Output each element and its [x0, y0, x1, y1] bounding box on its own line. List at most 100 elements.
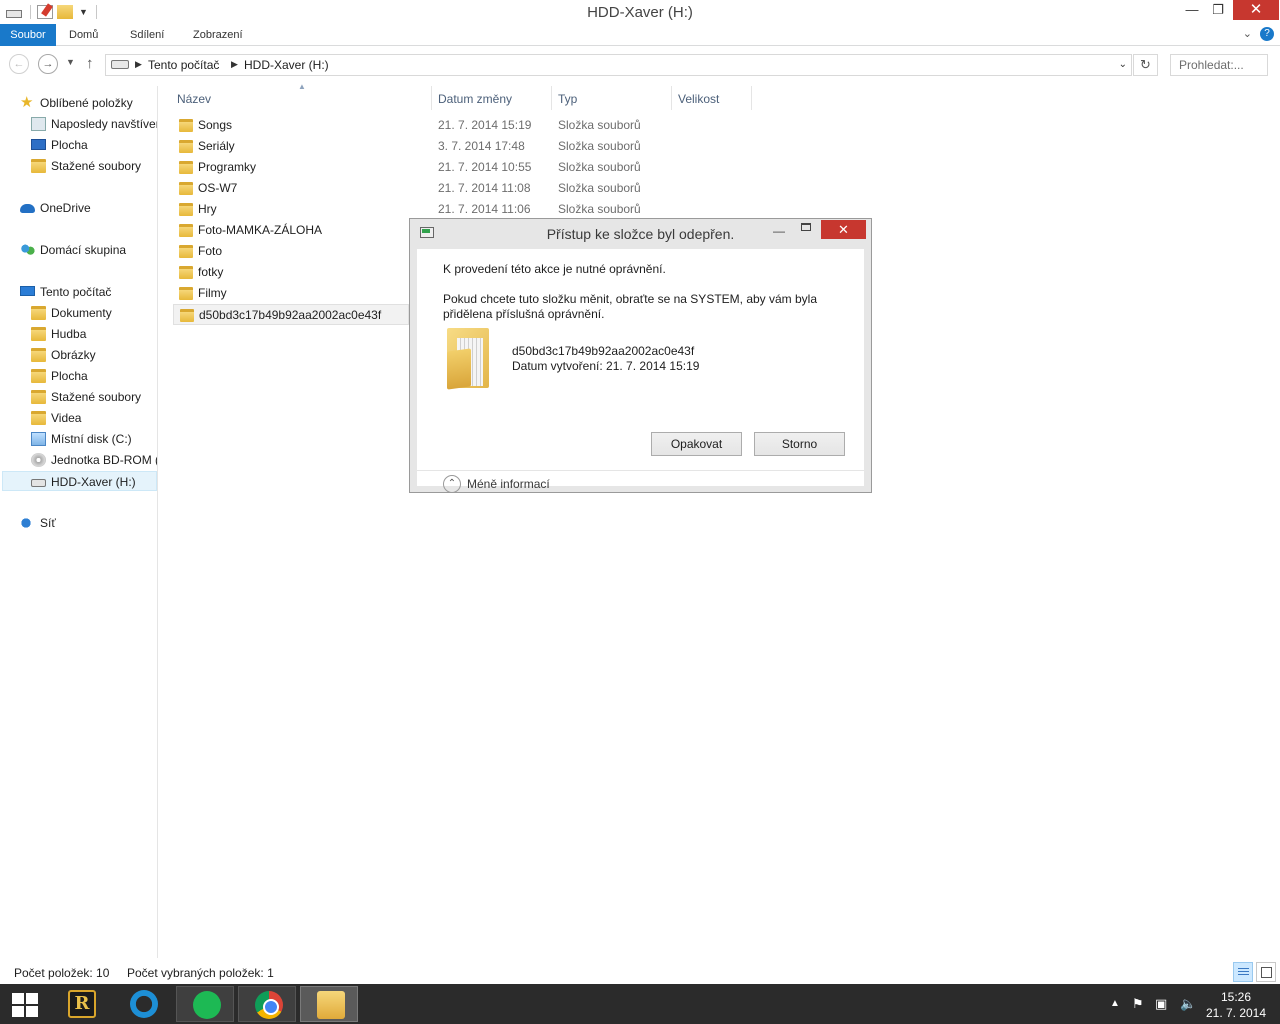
file-type: Složka souborů — [558, 160, 641, 174]
recent-locations-icon[interactable]: ▼ — [66, 57, 75, 67]
help-icon[interactable]: ? — [1260, 27, 1274, 41]
tab-home[interactable]: Domů — [69, 24, 98, 46]
dialog-maximize-button[interactable] — [801, 223, 811, 231]
taskbar-spotify[interactable] — [176, 986, 234, 1022]
sidebar-item-desktop[interactable]: Plocha — [31, 135, 157, 155]
column-header-date[interactable]: Datum změny — [438, 89, 512, 109]
up-button[interactable]: ↑ — [86, 55, 94, 72]
dialog-minimize-button[interactable]: — — [773, 224, 785, 238]
address-bar[interactable]: ▶ Tento počítač ▶ HDD-Xaver (H:) ⌄ — [105, 54, 1132, 76]
minimize-button[interactable]: — — [1180, 0, 1204, 20]
less-info-label: Méně informací — [467, 477, 550, 491]
navigation-pane: ★ Oblíbené položky Naposledy navštívené … — [0, 86, 158, 958]
breadcrumb-this-pc[interactable]: Tento počítač — [148, 58, 219, 72]
status-bar: Počet položek: 10 Počet vybraných polože… — [0, 962, 1280, 984]
address-dropdown-icon[interactable]: ⌄ — [1119, 59, 1127, 70]
file-name: Filmy — [198, 286, 227, 300]
dialog-message-contact: Pokud chcete tuto složku měnit, obraťte … — [443, 292, 818, 306]
details-view-button[interactable] — [1233, 962, 1253, 982]
taskbar: R ▲ ⚑ ▣ 🔈 15:26 21. 7. 2014 — [0, 984, 1280, 1024]
show-hidden-icons-icon[interactable]: ▲ — [1110, 998, 1120, 1009]
forward-button[interactable]: → — [38, 54, 58, 74]
search-box[interactable] — [1170, 54, 1268, 76]
taskbar-chrome[interactable] — [238, 986, 296, 1022]
back-button[interactable]: ← — [9, 54, 29, 74]
column-divider[interactable] — [751, 86, 752, 110]
spotify-icon — [193, 991, 221, 1019]
taskbar-clock[interactable]: 15:26 21. 7. 2014 — [1196, 989, 1276, 1021]
column-header-type[interactable]: Typ — [558, 89, 577, 109]
tab-view[interactable]: Zobrazení — [193, 24, 243, 46]
taskbar-file-explorer[interactable] — [300, 986, 358, 1022]
tab-share[interactable]: Sdílení — [130, 24, 164, 46]
sidebar-item-recent[interactable]: Naposledy navštívené — [31, 114, 157, 134]
sidebar-item-label: Jednotka BD-ROM (E:) — [51, 453, 157, 467]
sidebar-item-downloads[interactable]: Stažené soubory — [31, 156, 157, 176]
breadcrumb-arrow-icon[interactable]: ▶ — [135, 59, 142, 70]
desktop-icon — [31, 139, 46, 150]
sidebar-network[interactable]: Síť — [20, 513, 156, 533]
item-count: Počet položek: 10 — [14, 966, 110, 980]
dialog-close-button[interactable]: ✕ — [821, 220, 866, 239]
taskbar-ccleaner[interactable] — [114, 986, 172, 1022]
file-row[interactable]: OS-W7 21. 7. 2014 11:08 Složka souborů — [173, 178, 653, 199]
column-divider[interactable] — [671, 86, 672, 110]
file-type: Složka souborů — [558, 139, 641, 153]
sidebar-this-pc[interactable]: Tento počítač — [20, 282, 156, 302]
sidebar-item-local-disk[interactable]: Místní disk (C:) — [31, 429, 157, 449]
close-button[interactable]: ✕ — [1233, 0, 1279, 20]
breadcrumb-drive[interactable]: HDD-Xaver (H:) — [244, 58, 329, 72]
sidebar-item-label: Síť — [40, 516, 56, 530]
file-name: Foto-MAMKA-ZÁLOHA — [198, 223, 323, 237]
column-divider[interactable] — [431, 86, 432, 110]
folder-icon — [180, 309, 194, 322]
file-name: Songs — [198, 118, 233, 132]
file-row-selected[interactable]: d50bd3c17b49b92aa2002ac0e43f — [173, 304, 409, 325]
large-icons-view-button[interactable] — [1256, 962, 1276, 982]
sidebar-item-pictures[interactable]: Obrázky — [31, 345, 157, 365]
taskbar-r-app[interactable]: R — [52, 986, 110, 1022]
refresh-button[interactable]: ↻ — [1133, 54, 1158, 76]
search-input[interactable] — [1171, 55, 1267, 75]
action-center-flag-icon[interactable]: ⚑ — [1132, 996, 1144, 1012]
downloads-folder-icon — [31, 159, 46, 173]
sidebar-item-hdd-xaver[interactable]: HDD-Xaver (H:) — [2, 471, 157, 491]
sidebar-item-music[interactable]: Hudba — [31, 324, 157, 344]
tab-file[interactable]: Soubor — [0, 24, 56, 46]
file-row[interactable]: Programky 21. 7. 2014 10:55 Složka soubo… — [173, 157, 653, 178]
column-header-name[interactable]: Název — [177, 89, 211, 109]
retry-button[interactable]: Opakovat — [651, 432, 742, 456]
sidebar-item-desktop-pc[interactable]: Plocha — [31, 366, 157, 386]
column-header-size[interactable]: Velikost — [678, 89, 719, 109]
sidebar-item-bd-rom[interactable]: Jednotka BD-ROM (E:) — [31, 450, 157, 470]
folder-icon — [179, 203, 193, 216]
sidebar-favorites[interactable]: ★ Oblíbené položky — [20, 93, 156, 113]
breadcrumb-arrow-icon[interactable]: ▶ — [231, 59, 238, 70]
optical-drive-icon — [31, 453, 46, 467]
file-name: OS-W7 — [198, 181, 238, 195]
expand-ribbon-icon[interactable]: ⌄ — [1243, 27, 1252, 40]
dialog-title-bar[interactable]: Přístup ke složce byl odepřen. — ✕ — [410, 219, 871, 247]
volume-icon[interactable]: 🔈 — [1180, 996, 1196, 1012]
clock-time: 15:26 — [1220, 990, 1252, 1004]
column-divider[interactable] — [551, 86, 552, 110]
videos-folder-icon — [31, 411, 46, 425]
sidebar-item-downloads-pc[interactable]: Stažené soubory — [31, 387, 157, 407]
file-name: Seriály — [198, 139, 235, 153]
sidebar-item-documents[interactable]: Dokumenty — [31, 303, 157, 323]
file-row[interactable]: Seriály 3. 7. 2014 17:48 Složka souborů — [173, 136, 653, 157]
file-row[interactable]: Songs 21. 7. 2014 15:19 Složka souborů — [173, 115, 653, 136]
sidebar-onedrive[interactable]: OneDrive — [20, 198, 156, 218]
sidebar-homegroup[interactable]: Domácí skupina — [20, 240, 156, 260]
computer-icon — [20, 286, 35, 296]
dialog-folder-name: d50bd3c17b49b92aa2002ac0e43f — [512, 344, 695, 358]
file-date: 21. 7. 2014 10:55 — [438, 160, 532, 174]
network-status-icon[interactable]: ▣ — [1155, 996, 1167, 1012]
maximize-button[interactable]: ❐ — [1205, 0, 1231, 20]
start-button[interactable] — [8, 991, 40, 1017]
file-row[interactable]: Hry 21. 7. 2014 11:06 Složka souborů — [173, 199, 653, 220]
dialog-message-permission: K provedení této akce je nutné oprávnění… — [443, 262, 666, 276]
sidebar-item-videos[interactable]: Videa — [31, 408, 157, 428]
cancel-button[interactable]: Storno — [754, 432, 845, 456]
folder-icon — [179, 245, 193, 258]
